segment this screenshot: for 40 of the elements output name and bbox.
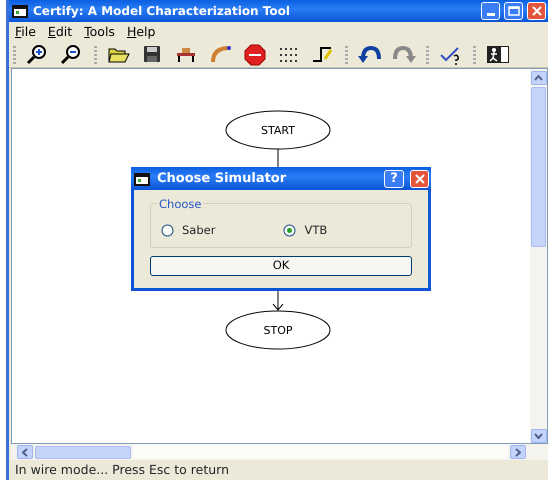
close-button[interactable] <box>527 2 546 20</box>
scroll-right-button[interactable] <box>510 445 526 459</box>
app-icon <box>133 170 151 186</box>
maximize-icon <box>508 6 520 16</box>
app-icon <box>11 3 29 19</box>
node-label: STOP <box>264 324 292 337</box>
scroll-thumb[interactable] <box>531 87 546 247</box>
radio-label: VTB <box>304 222 328 239</box>
scroll-up-button[interactable] <box>530 71 546 85</box>
maximize-button[interactable] <box>504 2 523 20</box>
flow-node[interactable] <box>226 110 330 150</box>
menu-item[interactable]: Help <box>126 22 156 42</box>
radio-button[interactable] <box>283 224 296 237</box>
dialog-title: Choose Simulator <box>157 170 288 188</box>
flow-node[interactable] <box>226 310 330 350</box>
menu-item[interactable]: Edit <box>48 22 72 42</box>
vertical-scrollbar[interactable] <box>530 69 547 443</box>
scroll-left-button[interactable] <box>17 445 33 459</box>
close-icon <box>532 6 542 16</box>
minimize-icon <box>486 12 494 16</box>
exit-icon[interactable] <box>486 44 510 66</box>
undo-icon[interactable] <box>358 44 382 66</box>
redo-icon[interactable] <box>392 44 416 66</box>
horizontal-scrollbar[interactable] <box>11 444 548 460</box>
radio-label: Saber <box>182 222 216 239</box>
close-button[interactable] <box>410 170 429 188</box>
node-label: START <box>261 124 295 137</box>
menu-item[interactable]: File <box>15 22 36 42</box>
menu-item[interactable]: Tools <box>84 22 115 42</box>
window-title: Certify: A Model Characterization Tool <box>33 3 291 20</box>
scroll-down-button[interactable] <box>530 429 546 443</box>
radio-button[interactable] <box>161 224 174 237</box>
arrow <box>272 290 284 311</box>
minimize-button[interactable] <box>481 2 500 20</box>
ok-button[interactable]: OK <box>150 256 412 276</box>
scroll-thumb[interactable] <box>35 446 131 458</box>
stop-sign-icon[interactable] <box>243 44 267 66</box>
close-icon <box>414 174 424 184</box>
status-text: In wire mode... Press Esc to return <box>15 460 230 479</box>
help-button[interactable]: ? <box>384 170 404 188</box>
